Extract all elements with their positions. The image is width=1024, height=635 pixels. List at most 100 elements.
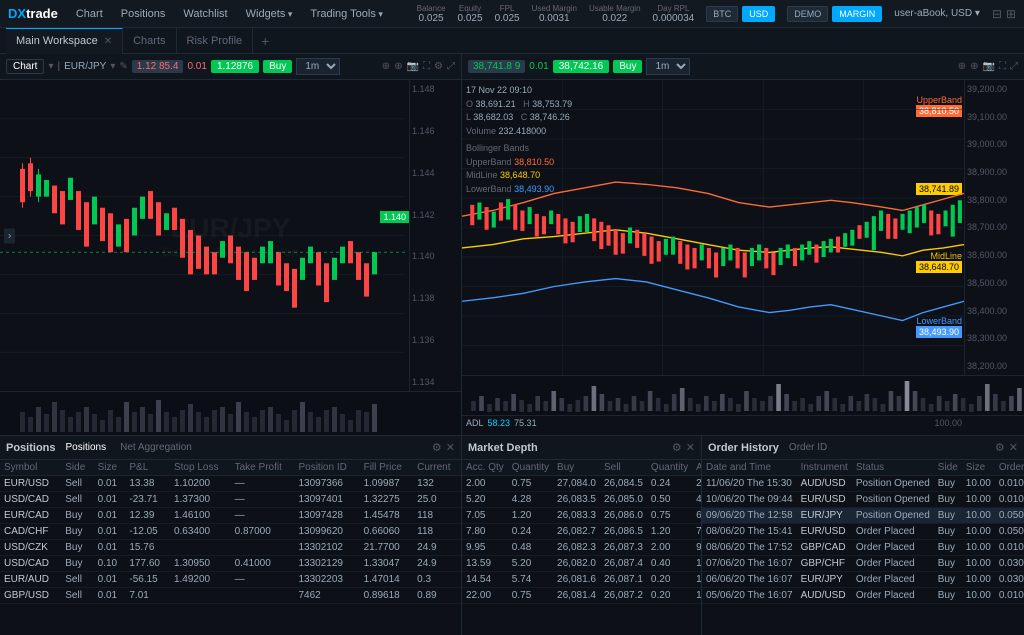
pos-id: 13302102 [294,540,359,556]
table-row[interactable]: USD/CAD Buy 0.10 177.60 1.30950 0.41000 … [0,556,461,572]
table-row[interactable]: USD/CZK Buy 0.01 15.76 13302102 21.7700 … [0,540,461,556]
oh-volume: 0.0300 [995,572,1024,588]
chart-nav-left[interactable]: › [4,228,15,243]
pos-symbol: USD/CAD [0,556,61,572]
oh-size: 10.00 [962,476,995,492]
pos-fill: 0.89618 [360,588,414,604]
nav-trading-tools[interactable]: Trading Tools [308,4,384,24]
table-row[interactable]: 9.95 0.48 26,082.3 26,087.3 2.00 9.95 [462,540,701,556]
table-row[interactable]: 07/06/20 The 16:07 GBP/CHF Order Placed … [702,556,1024,572]
right-indicators-icon[interactable]: ⊕ [958,61,966,72]
order-id-tab[interactable]: Order ID [785,442,831,453]
table-row[interactable]: EUR/USD Sell 0.01 13.38 1.10200 — 130973… [0,476,461,492]
user-menu[interactable]: user-aBook, USD ▾ [894,8,980,19]
md-qty-b: 0.48 [508,540,553,556]
fullscreen-icon[interactable]: ⛶ [423,61,430,72]
oh-instrument: GBP/CHF [797,556,852,572]
table-row[interactable]: 06/06/20 The 16:07 EUR/JPY Order Placed … [702,572,1024,588]
tab-risk-profile[interactable]: Risk Profile [177,28,254,54]
oh-instrument: GBP/CAD [797,540,852,556]
table-row[interactable]: 14.54 5.74 26,081.6 26,087.1 0.20 14.03 [462,572,701,588]
nav-watchlist[interactable]: Watchlist [181,4,229,24]
positions-settings-icon[interactable]: ⚙ [432,441,442,454]
md-buy: 26,082.3 [553,540,600,556]
table-row[interactable]: 2.00 0.75 27,084.0 26,084.5 0.24 2.01 [462,476,701,492]
nav-equity: Equity0.025 [458,4,483,24]
usd-btn[interactable]: USD [742,6,775,22]
table-row[interactable]: 05/06/20 The 16:07 AUD/USD Order Placed … [702,588,1024,604]
net-aggregation-tab[interactable]: Net Aggregation [116,442,196,453]
order-history-panel: Order History Order ID ⚙ ✕ Date and Time… [702,436,1024,635]
table-row[interactable]: 11/06/20 The 15:30 AUD/USD Position Open… [702,476,1024,492]
order-history-close-icon[interactable]: ✕ [1009,441,1018,454]
order-history-settings-icon[interactable]: ⚙ [995,441,1005,454]
pos-id: 13302129 [294,556,359,572]
order-history-table-area[interactable]: Date and Time Instrument Status Side Siz… [702,460,1024,635]
positions-tab[interactable]: Positions [62,442,111,453]
left-timeframe[interactable]: 1m [296,58,340,75]
screenshot-icon[interactable]: 📷 [407,61,419,72]
oh-status: Order Placed [852,572,934,588]
pos-fill: 21.7700 [360,540,414,556]
md-qty-s: 0.75 [647,508,692,524]
table-row[interactable]: 10/06/20 The 09:44 EUR/USD Position Open… [702,492,1024,508]
table-row[interactable]: EUR/AUD Sell 0.01 -56.15 1.49200 — 13302… [0,572,461,588]
table-row[interactable]: 5.20 4.28 26,083.5 26,085.0 0.50 4.75 [462,492,701,508]
oh-instrument: EUR/JPY [797,508,852,524]
right-timeframe[interactable]: 1m [646,58,690,75]
left-chart-pair[interactable]: EUR/JPY [64,61,106,72]
layout-icon[interactable]: ⊞ [1006,7,1016,21]
table-row[interactable]: GBP/USD Sell 0.01 7.01 7462 0.89618 0.89 [0,588,461,604]
settings-icon[interactable]: ⊟ [992,7,1002,21]
close-tab-main[interactable]: ✕ [104,36,112,47]
margin-btn[interactable]: MARGIN [832,6,882,22]
table-row[interactable]: 13.59 5.20 26,082.0 26,087.4 0.40 13.59 [462,556,701,572]
left-current-price: 1.12876 [211,60,259,73]
expand-icon[interactable]: ⤢ [447,61,455,72]
crosshair-icon[interactable]: ⊕ [394,61,402,72]
md-qty-s: 0.24 [647,476,692,492]
right-volume-svg [462,376,1024,415]
table-row[interactable]: 08/06/20 The 15:41 EUR/USD Order Placed … [702,524,1024,540]
tab-main-workspace[interactable]: Main Workspace ✕ [6,28,123,54]
pos-symbol: USD/CZK [0,540,61,556]
right-expand-icon[interactable]: ⤢ [1010,61,1018,72]
pos-pl: 12.39 [125,508,170,524]
md-acc-qty-b: 14.54 [462,572,508,588]
right-crosshair-icon[interactable]: ⊕ [970,61,978,72]
indicators-icon[interactable]: ⊕ [382,61,390,72]
demo-btn[interactable]: DEMO [787,6,828,22]
oh-volume: 0.0100 [995,492,1024,508]
tab-charts[interactable]: Charts [123,28,176,54]
oh-volume: 0.0100 [995,540,1024,556]
nav-positions[interactable]: Positions [119,4,168,24]
table-row[interactable]: 7.80 0.24 26,082.7 26,086.5 1.20 7.80 [462,524,701,540]
table-row[interactable]: USD/CAD Sell 0.01 -23.71 1.37300 — 13097… [0,492,461,508]
table-row[interactable]: 7.05 1.20 26,083.3 26,086.0 0.75 6.29 [462,508,701,524]
right-screenshot-icon[interactable]: 📷 [983,61,995,72]
pos-pl: -23.71 [125,492,170,508]
logo[interactable]: DXtrade [8,6,58,21]
btc-btn[interactable]: BTC [706,6,738,22]
table-row[interactable]: 22.00 0.75 26,081.4 26,087.2 0.20 16.05 [462,588,701,604]
positions-table-area[interactable]: Symbol Side Size P&L Stop Loss Take Prof… [0,460,461,635]
market-depth-settings-icon[interactable]: ⚙ [672,441,682,454]
md-acc-qty-s: 13.59 [692,556,701,572]
table-row[interactable]: CAD/CHF Buy 0.01 -12.05 0.63400 0.87000 … [0,524,461,540]
left-chart-tab[interactable]: Chart [6,59,44,74]
market-depth-table-area[interactable]: Acc. Qty Quantity Buy Sell Quantity Acc.… [462,460,701,635]
settings-icon[interactable]: ⚙ [434,61,443,72]
table-row[interactable]: 08/06/20 The 17:52 GBP/CAD Order Placed … [702,540,1024,556]
pos-symbol: EUR/USD [0,476,61,492]
market-depth-close-icon[interactable]: ✕ [686,441,695,454]
table-row[interactable]: 09/06/20 The 12:58 EUR/JPY Position Open… [702,508,1024,524]
nav-widgets[interactable]: Widgets [244,4,295,24]
nav-chart[interactable]: Chart [74,4,105,24]
positions-close-icon[interactable]: ✕ [446,441,455,454]
table-row[interactable]: EUR/CAD Buy 0.01 12.39 1.46100 — 1309742… [0,508,461,524]
md-acc-qty-b: 13.59 [462,556,508,572]
right-fullscreen-icon[interactable]: ⛶ [999,61,1006,72]
left-edit-icon[interactable]: ✎ [119,61,127,72]
add-tab-button[interactable]: + [253,33,277,49]
col-pl: P&L [125,460,170,476]
